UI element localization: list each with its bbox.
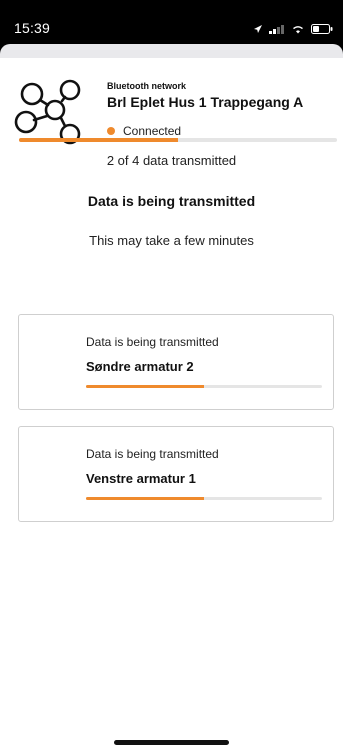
network-kicker: Bluetooth network <box>107 81 186 91</box>
bluetooth-network-icon <box>14 76 100 146</box>
overall-title: Data is being transmitted <box>87 193 256 209</box>
device-status: Data is being transmitted <box>86 447 219 461</box>
overall-count: 2 of 4 data transmitted <box>106 153 237 168</box>
status-icons <box>253 21 333 39</box>
network-header: Bluetooth network Brl Eplet Hus 1 Trappe… <box>107 81 332 138</box>
overall-progress-section: Data is being transmitted This may take … <box>0 193 343 248</box>
connection-status: Connected <box>107 124 332 138</box>
status-text: Connected <box>123 124 182 138</box>
signal-icon <box>269 21 285 39</box>
device-status: Data is being transmitted <box>86 335 219 349</box>
device-progress-fill <box>86 385 204 388</box>
device-transfer-card: Data is being transmitted Søndre armatur… <box>18 314 334 410</box>
location-arrow-icon <box>253 21 263 39</box>
device-transfer-card: Data is being transmitted Venstre armatu… <box>18 426 334 522</box>
wifi-icon <box>291 21 305 39</box>
status-time: 15:39 <box>14 20 51 36</box>
overall-progress-fill <box>19 138 178 142</box>
status-bar: 15:39 <box>0 0 343 48</box>
overall-subtitle: This may take a few minutes <box>89 233 254 248</box>
status-dot-icon <box>107 127 115 135</box>
overall-progress-bar <box>19 138 337 142</box>
device-name: Søndre armatur 2 <box>86 359 194 374</box>
device-progress-bar <box>86 385 322 388</box>
device-progress-fill <box>86 497 204 500</box>
battery-icon <box>311 21 333 39</box>
network-name: Brl Eplet Hus 1 Trappegang A <box>107 94 304 110</box>
transfer-sheet: Bluetooth network Brl Eplet Hus 1 Trappe… <box>0 58 343 751</box>
device-name: Venstre armatur 1 <box>86 471 196 486</box>
device-progress-bar <box>86 497 322 500</box>
home-indicator <box>114 740 229 745</box>
